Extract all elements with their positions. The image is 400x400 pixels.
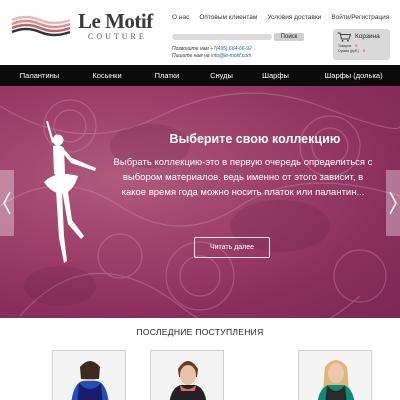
search-bar: Поиск <box>172 33 304 41</box>
logo[interactable]: Le Motif COUTURE <box>10 9 153 41</box>
phone-link[interactable]: +7(495) 664-66-92 <box>210 46 252 52</box>
slider-prev-button[interactable] <box>0 170 14 236</box>
product-card[interactable] <box>150 350 224 400</box>
nav-item-kosynki[interactable]: Косынки <box>79 65 135 86</box>
cart-icon <box>337 32 351 42</box>
contact-info: Позвоните нам +7(495) 664-66-92 Пишите н… <box>172 46 252 60</box>
product-image <box>53 351 125 400</box>
link-about[interactable]: О нас <box>172 14 189 21</box>
page: Le Motif COUTURE О нас Оптовым клиентам … <box>0 0 400 400</box>
header: Le Motif COUTURE О нас Оптовым клиентам … <box>0 0 400 65</box>
nav-item-sharfy-dolka[interactable]: Шарфы (долька) <box>307 65 400 86</box>
top-links: О нас Оптовым клиентам Условия доставки … <box>172 14 389 21</box>
new-arrivals-title: ПОСЛЕДНИЕ ПОСТУПЛЕНИЯ <box>136 327 264 337</box>
search-input[interactable] <box>172 34 272 40</box>
phone-prefix: Позвоните нам <box>172 46 211 52</box>
email-link[interactable]: info@le-motif.com <box>211 53 251 59</box>
cart-label: Корзина <box>355 33 380 40</box>
cart-sum-label: Сумма (руб.) <box>338 49 359 53</box>
chevron-right-icon <box>389 191 397 215</box>
banner-title: Выберите свою коллекцию <box>169 132 341 146</box>
link-wholesale[interactable]: Оптовым клиентам <box>199 14 257 21</box>
product-image <box>151 351 223 400</box>
cart-summary: Товаров 0 Сумма (руб.) 0 <box>338 44 365 54</box>
nav-item-sharfy[interactable]: Шарфы <box>244 65 307 86</box>
banner-text: Выбрать коллекцию-это в первую очередь о… <box>113 157 373 198</box>
chevron-left-icon <box>3 191 11 215</box>
cart-items-label: Товаров <box>338 44 352 48</box>
read-more-button[interactable]: Читать далее <box>194 237 270 258</box>
nav-item-platki[interactable]: Платки <box>135 65 199 86</box>
cart-sum-value: 0 <box>362 49 365 53</box>
link-login[interactable]: Войти/Регистрация <box>331 14 389 21</box>
main-nav: Палантины Косынки Платки Снуды Шарфы Шар… <box>0 65 400 86</box>
search-button[interactable]: Поиск <box>274 33 304 41</box>
email-prefix: Пишите нам на <box>172 53 211 59</box>
cart-widget[interactable]: Корзина Товаров 0 Сумма (руб.) 0 <box>333 29 390 60</box>
nav-item-snudy[interactable]: Снуды <box>199 65 244 86</box>
logo-subtitle: COUTURE <box>88 32 147 41</box>
slider-next-button[interactable] <box>386 170 400 236</box>
logo-title: Le Motif <box>78 9 153 33</box>
logo-waves-icon <box>11 15 71 37</box>
cart-items-value: 0 <box>355 44 358 48</box>
product-card[interactable] <box>298 350 372 400</box>
product-card[interactable] <box>52 350 126 400</box>
dancer-silhouette <box>44 121 96 263</box>
link-delivery[interactable]: Условия доставки <box>267 14 321 21</box>
nav-item-palantiny[interactable]: Палантины <box>0 65 79 86</box>
product-image <box>299 351 371 400</box>
